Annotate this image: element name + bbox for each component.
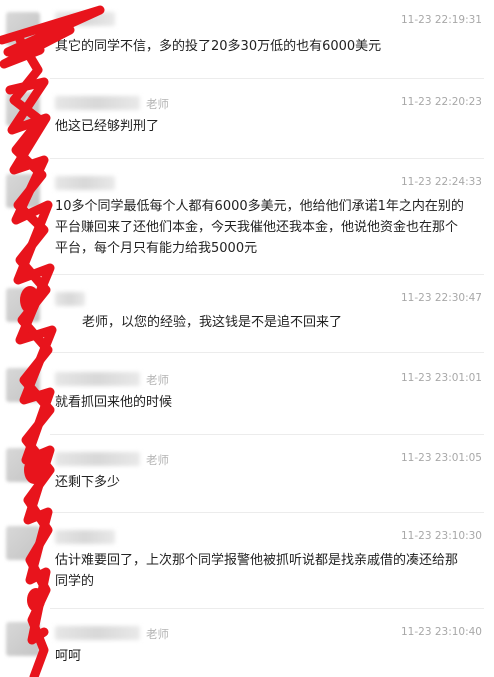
message-time: 11-23 22:20:23 xyxy=(400,96,482,108)
message-time: 11-23 22:19:31 xyxy=(400,14,482,26)
divider xyxy=(50,352,484,353)
message-time: 11-23 22:24:33 xyxy=(400,176,482,188)
message-time: 11-23 22:30:47 xyxy=(400,292,482,304)
message-text: 呵呵 xyxy=(55,649,82,664)
chat-message: 老师 11-23 22:20:23 他这已经够判刑了 xyxy=(0,78,494,158)
divider xyxy=(50,158,484,159)
divider xyxy=(50,512,484,513)
avatar xyxy=(6,92,40,126)
chat-message: 老师 11-23 23:10:40 呵呵 xyxy=(0,608,494,677)
sender-name-suffix: 老师 xyxy=(146,627,169,641)
chat-message: 11-23 22:30:47 老师，以您的经验，我这钱是不是追不回来了 xyxy=(0,274,494,352)
avatar xyxy=(6,174,40,208)
divider xyxy=(50,274,484,275)
message-time: 11-23 23:01:01 xyxy=(400,372,482,384)
message-text: 老师，以您的经验，我这钱是不是追不回来了 xyxy=(82,315,343,330)
avatar xyxy=(6,448,40,482)
avatar xyxy=(6,288,40,322)
sender-name-redacted xyxy=(55,96,140,110)
message-text: 还剩下多少 xyxy=(55,475,121,490)
sender-name-suffix: 老师 xyxy=(146,453,169,467)
avatar xyxy=(6,368,40,402)
message-text: 他这已经够判刑了 xyxy=(55,119,160,134)
message-text: 就看抓回来他的时候 xyxy=(55,395,173,410)
message-text: 估计难要回了，上次那个同学报警他被抓听说都是找亲戚借的凑还给那同学的 xyxy=(55,553,459,589)
sender-name-redacted xyxy=(55,12,115,26)
message-time: 11-23 23:10:30 xyxy=(400,530,482,542)
chat-history: 11-23 22:19:31 其它的同学不信，多的投了20多30万低的也有600… xyxy=(0,0,494,677)
avatar xyxy=(6,622,40,656)
sender-name-redacted xyxy=(55,292,85,306)
sender-name-suffix: 老师 xyxy=(146,97,169,111)
message-text: 其它的同学不信，多的投了20多30万低的也有6000美元 xyxy=(55,39,382,54)
avatar xyxy=(6,12,40,46)
divider xyxy=(50,78,484,79)
chat-message: 11-23 22:24:33 10多个同学最低每个人都有6000多美元，他给他们… xyxy=(0,158,494,274)
message-text: 10多个同学最低每个人都有6000多美元，他给他们承诺1年之内在别的平台赚回来了… xyxy=(55,199,464,256)
divider xyxy=(50,434,484,435)
chat-message: 11-23 23:10:30 估计难要回了，上次那个同学报警他被抓听说都是找亲戚… xyxy=(0,512,494,608)
sender-name-suffix: 老师 xyxy=(146,373,169,387)
chat-message: 老师 11-23 23:01:01 就看抓回来他的时候 xyxy=(0,352,494,434)
message-time: 11-23 23:10:40 xyxy=(400,626,482,638)
chat-message: 11-23 22:19:31 其它的同学不信，多的投了20多30万低的也有600… xyxy=(0,0,494,78)
sender-name-redacted xyxy=(55,626,140,640)
sender-name-redacted xyxy=(55,176,115,190)
chat-message: 老师 11-23 23:01:05 还剩下多少 xyxy=(0,434,494,512)
sender-name-redacted xyxy=(55,372,140,386)
message-time: 11-23 23:01:05 xyxy=(400,452,482,464)
sender-name-redacted xyxy=(55,530,115,544)
avatar xyxy=(6,526,40,560)
sender-name-redacted xyxy=(55,452,140,466)
divider xyxy=(50,608,484,609)
